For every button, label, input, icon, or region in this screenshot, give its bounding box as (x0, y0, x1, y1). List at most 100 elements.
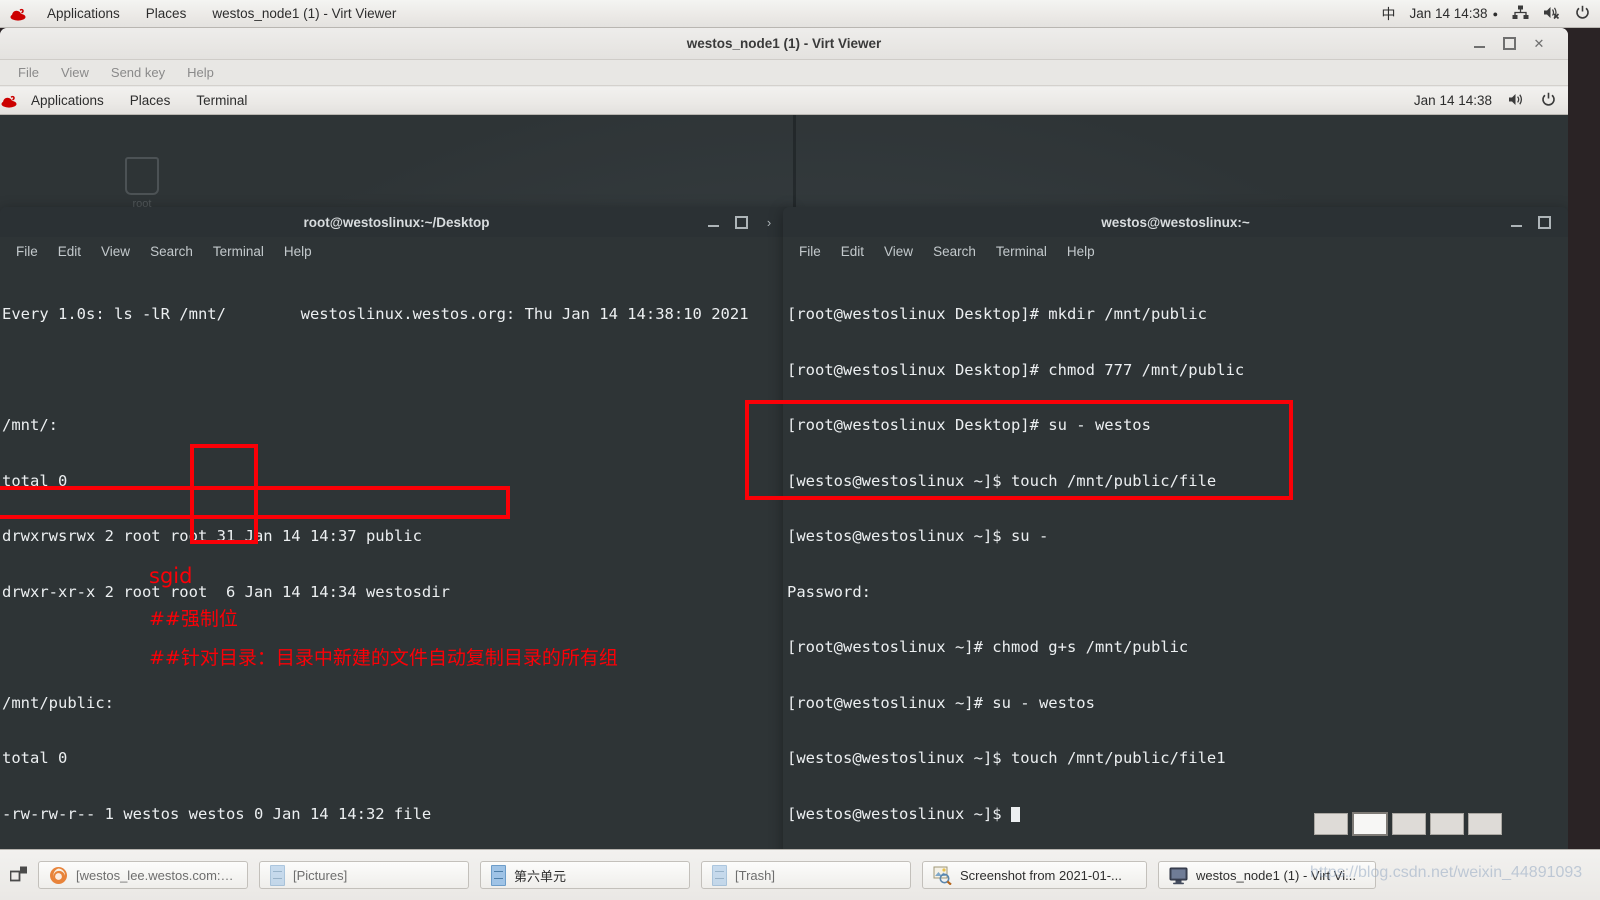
menu-view[interactable]: View (50, 65, 100, 80)
host-taskbar-item-virt-viewer[interactable]: westos_node1 (1) - Virt Vi... (1158, 861, 1376, 889)
menu-edit[interactable]: Edit (831, 244, 874, 259)
menu-file[interactable]: File (7, 65, 50, 80)
menu-view[interactable]: View (91, 244, 140, 259)
guest-places-menu[interactable]: Places (117, 93, 184, 108)
terminal-line: /mnt/: (2, 416, 58, 434)
terminal-line: drwxrwsrwx 2 root root 31 Jan 14 14:37 p… (2, 527, 422, 545)
terminal-line: [root@westoslinux Desktop]# chmod 777 /m… (787, 360, 1245, 379)
terminal-line: Every 1.0s: ls -lR /mnt/ westoslinux.wes… (2, 305, 749, 323)
guest-clock[interactable]: Jan 14 14:38 (1414, 93, 1492, 108)
terminal-left-title: root@westoslinux:~/Desktop (303, 214, 490, 230)
annotation-note-sgid: sgid (149, 564, 193, 588)
terminal-right-titlebar[interactable]: westos@westoslinux:~ (783, 207, 1568, 237)
desktop-icon-root[interactable]: root (112, 157, 172, 210)
workspace-2[interactable] (1352, 812, 1388, 836)
host-applications-menu[interactable]: Applications (34, 6, 133, 21)
host-active-window-title[interactable]: westos_node1 (1) - Virt Viewer (199, 6, 409, 21)
terminal-line: [westos@westoslinux ~]$ (787, 804, 1011, 823)
folder-icon (125, 157, 159, 195)
host-places-menu[interactable]: Places (133, 6, 200, 21)
menu-search[interactable]: Search (923, 244, 986, 259)
volume-icon[interactable] (1508, 92, 1525, 110)
network-icon[interactable] (1512, 5, 1529, 23)
monitor-icon (1169, 866, 1188, 885)
guest-screen: Applications Places Terminal Jan 14 14:3… (0, 87, 1568, 900)
guest-applications-menu[interactable]: Applications (18, 93, 117, 108)
host-taskbar-item-unit6[interactable]: 第六单元 (480, 861, 690, 889)
menu-file[interactable]: File (6, 244, 48, 259)
menu-send-key[interactable]: Send key (100, 65, 176, 80)
minimize-icon[interactable] (699, 210, 727, 234)
terminal-line: [westos@westoslinux ~]$ su - (787, 527, 1049, 545)
virt-viewer-window-buttons: ✕ (1464, 31, 1568, 57)
volume-muted-icon[interactable] (1543, 5, 1561, 23)
input-method-icon[interactable]: 中 (1381, 4, 1395, 24)
file-cabinet-icon (491, 864, 506, 886)
workspace-5[interactable] (1468, 813, 1502, 835)
host-taskbar: [westos_lee.westos.com:8 ... [Pictures] … (0, 849, 1600, 900)
menu-edit[interactable]: Edit (48, 244, 91, 259)
terminal-left-output[interactable]: Every 1.0s: ls -lR /mnt/ westoslinux.wes… (0, 265, 793, 872)
minimize-icon[interactable] (1464, 31, 1494, 57)
terminal-right-window-buttons (1502, 210, 1568, 234)
guest-system-tray: Jan 14 14:38 (1398, 92, 1568, 110)
workspace-3[interactable] (1392, 813, 1426, 835)
host-taskbar-item-label: Screenshot from 2021-01-... (960, 867, 1122, 883)
menu-terminal[interactable]: Terminal (203, 244, 274, 259)
terminal-window-right: westos@westoslinux:~ File Edit View Sear… (783, 207, 1568, 872)
minimize-icon[interactable] (1502, 210, 1530, 234)
virt-viewer-menubar: File View Send key Help (0, 60, 1568, 86)
terminal-line: total 0 (2, 749, 68, 767)
host-taskbar-item-pictures[interactable]: [Pictures] (259, 861, 469, 889)
host-taskbar-item-label: [Trash] (735, 867, 775, 883)
host-taskbar-item-label: [westos_lee.westos.com:8 ... (76, 867, 237, 883)
host-taskbar-item-label: [Pictures] (293, 867, 348, 883)
workspace-1[interactable] (1314, 813, 1348, 835)
menu-help[interactable]: Help (274, 244, 322, 259)
chevron-right-icon[interactable]: › (755, 210, 783, 234)
annotation-box-file1-row (0, 486, 510, 519)
maximize-icon[interactable] (1530, 210, 1558, 234)
host-taskbar-item-label: 第六单元 (514, 868, 567, 884)
guest-terminal-menu[interactable]: Terminal (183, 93, 260, 108)
power-icon[interactable] (1575, 5, 1590, 23)
menu-search[interactable]: Search (140, 244, 203, 259)
terminal-window-left: root@westoslinux:~/Desktop › File Edit V… (0, 207, 793, 872)
redhat-icon (9, 6, 27, 22)
menu-help[interactable]: Help (176, 65, 225, 80)
menu-file[interactable]: File (789, 244, 831, 259)
terminal-right-output[interactable]: [root@westoslinux Desktop]# mkdir /mnt/p… (783, 265, 1568, 860)
power-icon[interactable] (1541, 92, 1556, 110)
screen: Applications Places westos_node1 (1) - V… (0, 0, 1600, 900)
virt-viewer-titlebar[interactable]: westos_node1 (1) - Virt Viewer ✕ (0, 28, 1568, 60)
host-taskbar-item-trash[interactable]: [Trash] (701, 861, 911, 889)
terminal-line: drwxr-xr-x 2 root root 6 Jan 14 14:34 we… (2, 582, 450, 601)
menu-view[interactable]: View (874, 244, 923, 259)
host-taskbar-item-browser[interactable]: [westos_lee.westos.com:8 ... (38, 861, 248, 889)
annotation-note-force-bit: ##强制位 (149, 608, 238, 630)
terminal-left-menubar: File Edit View Search Terminal Help (0, 237, 793, 265)
show-desktop-icon[interactable] (4, 860, 34, 890)
image-viewer-icon (933, 866, 952, 885)
terminal-line: [root@westoslinux ~]# chmod g+s /mnt/pub… (787, 638, 1189, 656)
terminal-right-menubar: File Edit View Search Terminal Help (783, 237, 1568, 265)
close-icon[interactable]: ✕ (1524, 31, 1554, 57)
host-clock[interactable]: Jan 14 14:38 ● (1409, 6, 1498, 21)
maximize-icon[interactable] (1494, 31, 1524, 57)
clock-dot-icon: ● (1492, 9, 1498, 20)
terminal-left-titlebar[interactable]: root@westoslinux:~/Desktop › (0, 207, 793, 237)
host-system-tray: 中 Jan 14 14:38 ● (1367, 4, 1600, 24)
host-taskbar-item-screenshot[interactable]: Screenshot from 2021-01-... (922, 861, 1147, 889)
file-cabinet-icon (270, 864, 285, 886)
file-cabinet-icon (712, 864, 727, 886)
terminal-line: [root@westoslinux Desktop]# mkdir /mnt/p… (787, 305, 1207, 323)
menu-terminal[interactable]: Terminal (986, 244, 1057, 259)
workspace-4[interactable] (1430, 813, 1464, 835)
terminal-line: /mnt/public: (2, 693, 114, 712)
firefox-icon (49, 866, 68, 885)
maximize-icon[interactable] (727, 210, 755, 234)
host-workspace-switcher (1310, 812, 1512, 836)
menu-help[interactable]: Help (1057, 244, 1105, 259)
terminal-line: [westos@westoslinux ~]$ touch /mnt/publi… (787, 749, 1226, 767)
